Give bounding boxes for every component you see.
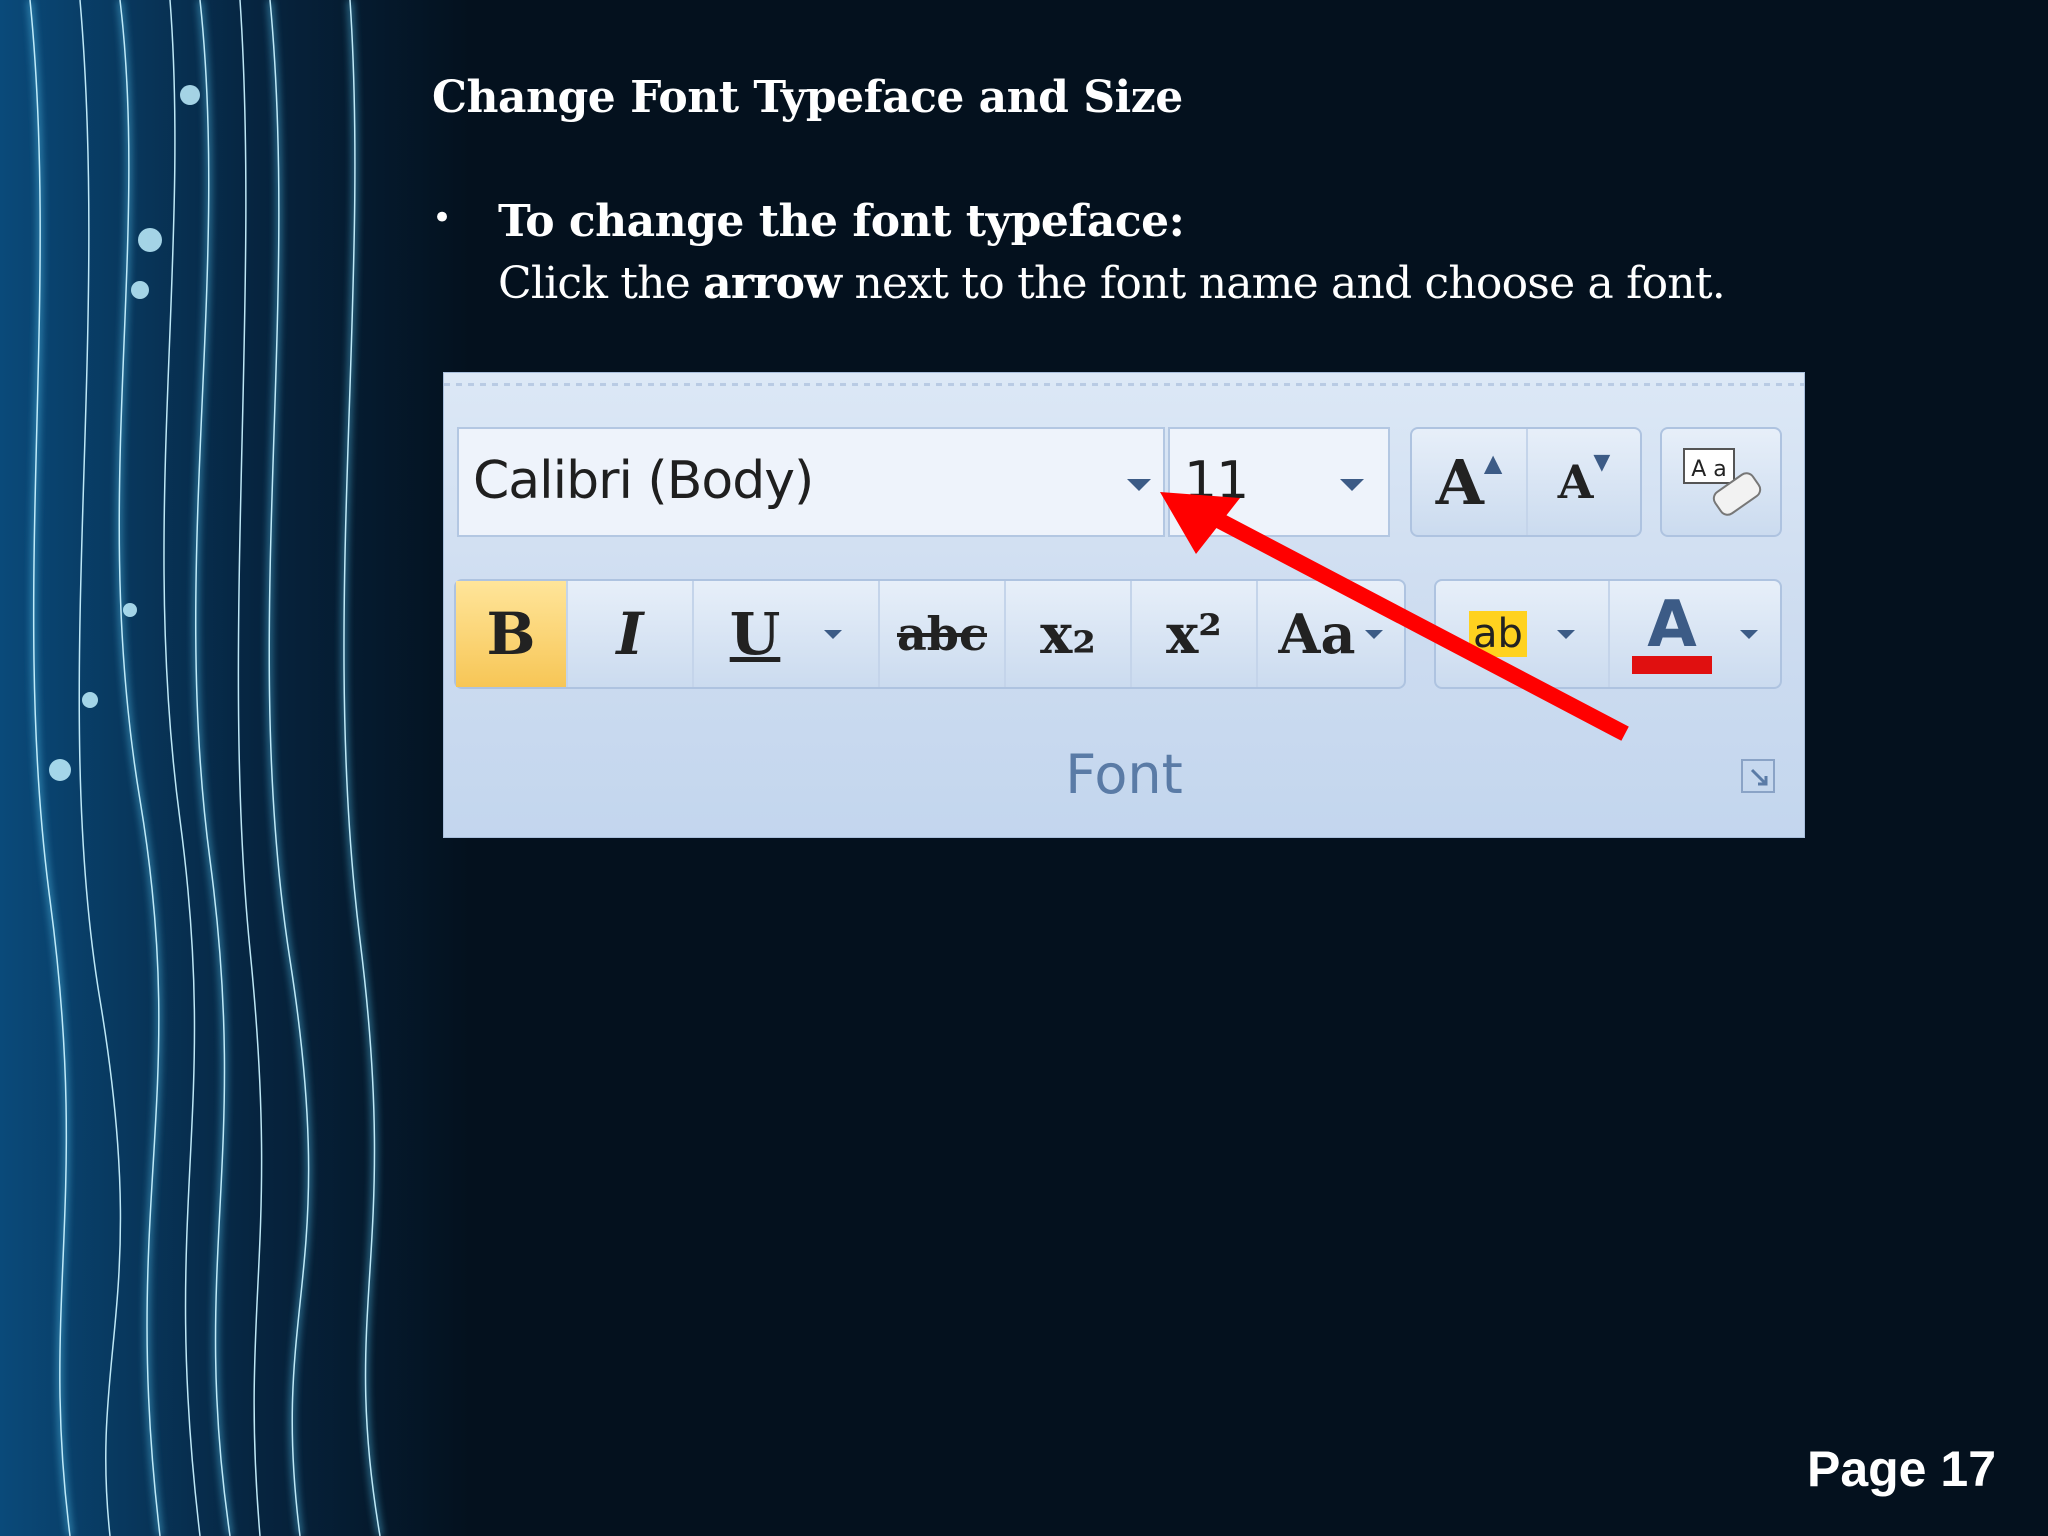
strikethrough-icon: abc [897, 607, 987, 661]
change-case-icon: Aa [1278, 602, 1356, 666]
bold-icon: B [486, 600, 536, 668]
superscript-icon: x² [1166, 602, 1222, 666]
font-name-combo[interactable]: Calibri (Body) [457, 427, 1165, 537]
underline-button[interactable]: U [694, 581, 880, 687]
font-ribbon-screenshot: Calibri (Body) 11 A ▲ A ▼ A a B I U abc … [443, 372, 1805, 838]
bold-button[interactable]: B [456, 581, 568, 687]
font-color-swatch [1632, 656, 1712, 674]
font-color-icon: A [1632, 588, 1712, 674]
font-color-dropdown-arrow-icon[interactable] [1740, 629, 1758, 639]
bullet-body-bold: arrow [703, 258, 842, 309]
font-size-value: 11 [1184, 451, 1249, 511]
subscript-icon: x₂ [1040, 602, 1096, 666]
bullet-body: Click the arrow next to the font name an… [498, 258, 1726, 309]
grow-font-icon: A [1435, 445, 1484, 519]
strikethrough-button[interactable]: abc [880, 581, 1006, 687]
font-name-dropdown-arrow-icon[interactable] [1127, 479, 1151, 491]
slide-title: Change Font Typeface and Size [432, 72, 1183, 123]
shrink-font-icon: A [1557, 455, 1594, 509]
color-group: ab A [1434, 579, 1782, 689]
font-group-label: Font [1065, 743, 1183, 806]
shrink-font-caret-icon: ▼ [1593, 449, 1611, 475]
font-color-button[interactable]: A [1610, 581, 1780, 687]
grow-font-caret-icon: ▲ [1483, 447, 1503, 477]
font-size-combo[interactable]: 11 [1168, 427, 1390, 537]
change-case-button[interactable]: Aa [1258, 581, 1404, 687]
slide: Change Font Typeface and Size • To chang… [0, 0, 2048, 1536]
bullet-heading: To change the font typeface: [498, 196, 1185, 247]
formatting-group: B I U abc x₂ x² Aa [454, 579, 1406, 689]
bullet-marker: • [432, 198, 453, 238]
highlight-button[interactable]: ab [1436, 581, 1610, 687]
ribbon-top-edge [444, 383, 1804, 386]
clear-formatting-icon: A a [1683, 448, 1762, 516]
italic-button[interactable]: I [568, 581, 694, 687]
font-color-glyph: A [1647, 588, 1697, 662]
superscript-button[interactable]: x² [1132, 581, 1258, 687]
change-case-dropdown-arrow-icon[interactable] [1365, 629, 1384, 639]
underline-dropdown-arrow-icon[interactable] [824, 629, 843, 639]
light-streaks-background [0, 0, 470, 1536]
clear-formatting-glyph: A a [1691, 457, 1727, 482]
grow-shrink-group: A ▲ A ▼ [1410, 427, 1642, 537]
page-number: Page 17 [1806, 1441, 1996, 1497]
highlight-dropdown-arrow-icon[interactable] [1556, 629, 1575, 639]
bullet-body-text-1: Click the [498, 258, 704, 309]
italic-icon: I [616, 600, 644, 668]
font-name-value: Calibri (Body) [473, 451, 814, 511]
dialog-launcher-icon[interactable] [1740, 758, 1776, 794]
font-size-dropdown-arrow-icon[interactable] [1340, 479, 1364, 491]
bullet-body-text-2: next to the font name and choose a font. [841, 258, 1725, 309]
grow-font-button[interactable]: A ▲ [1412, 429, 1528, 535]
subscript-button[interactable]: x₂ [1006, 581, 1132, 687]
underline-icon: U [729, 600, 781, 668]
clear-formatting-button[interactable]: A a [1660, 427, 1782, 537]
shrink-font-button[interactable]: A ▼ [1528, 429, 1640, 535]
highlight-icon: ab [1469, 611, 1527, 657]
